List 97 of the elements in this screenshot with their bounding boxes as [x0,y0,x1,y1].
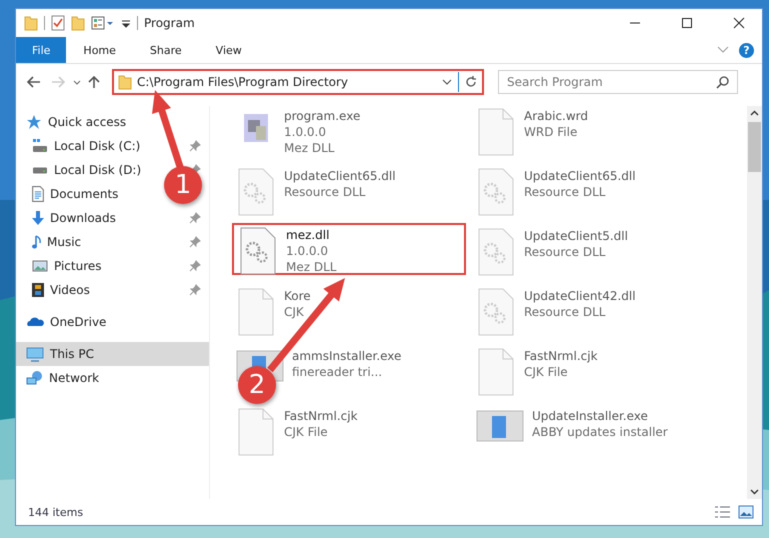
file-name: UpdateClient65.dll [284,168,396,184]
file-detail: CJK File [524,364,569,380]
blank-file-icon [236,408,276,456]
folder-icon [118,74,132,90]
sidebar-item[interactable]: Music [16,230,88,254]
file-detail: Resource DLL [524,244,606,260]
expand-ribbon-icon[interactable] [717,46,729,54]
sidebar-item[interactable]: Videos [16,278,96,302]
sidebar-item[interactable]: Downloads [16,206,122,230]
sidebar-item[interactable]: Local Disk (C:) [16,134,146,158]
pin-icon[interactable] [189,284,201,296]
address-path: C:\Program Files\Program Directory [137,75,348,89]
dll-file-icon [238,227,278,275]
ribbon-tab[interactable]: File [16,37,66,63]
file-detail: Mez DLL [286,259,336,275]
cloud-icon [26,317,44,327]
file-name: UpdateInstaller.exe [532,408,649,424]
sidebar-item[interactable]: Documents [16,182,124,206]
help-icon[interactable]: ? [739,42,754,58]
file-detail: WRD File [524,124,578,140]
monitor-icon [26,346,44,362]
file-detail: Resource DLL [524,184,606,200]
blank-file-icon [476,348,516,396]
pin-icon[interactable] [189,260,201,272]
sidebar-item-label: Local Disk (C:) [54,139,140,153]
file-detail: CJK [284,304,305,320]
film-icon [32,283,44,297]
sidebar-item-label: Downloads [50,211,116,225]
sidebar-item[interactable]: Network [16,366,106,390]
file-name: program.exe [284,108,360,124]
dll-file-icon [476,288,516,336]
file-detail: finereader tri... [292,364,384,380]
address-bar[interactable]: C:\Program Files\Program Directory [112,69,484,95]
download-arrow-icon [32,211,44,225]
ribbon-tab[interactable]: View [198,37,259,63]
file-detail: Resource DLL [524,304,606,320]
pin-icon[interactable] [189,140,201,152]
installer-icon [476,408,524,444]
file-detail: 1.0.0.0 [284,124,327,140]
file-item[interactable]: mez.dll 1.0.0.0 Mez DLL [232,223,466,275]
file-name: mez.dll [286,227,330,243]
scroll-thumb[interactable] [748,122,761,172]
sidebar-item[interactable]: OneDrive [16,310,112,334]
file-name: ammsInstaller.exe [292,348,402,364]
sidebar-item-label: Quick access [48,115,126,129]
details-view-icon[interactable] [714,505,732,519]
file-name: UpdateClient5.dll [524,228,628,244]
star-icon [26,114,42,130]
sidebar-item-label: Pictures [54,259,102,273]
sidebar-item[interactable]: Quick access [16,110,132,134]
up-icon[interactable] [86,74,102,90]
pin-icon[interactable] [189,236,201,248]
file-detail: ABBY updates installer [532,424,668,440]
large-icons-view-icon[interactable] [738,505,754,519]
network-icon [26,371,43,385]
file-name: FastNrml.cjk [284,408,358,424]
ribbon-tab[interactable]: Home [66,37,133,63]
file-name: FastNrml.cjk [524,348,598,364]
pin-icon[interactable] [189,212,201,224]
sidebar-item-label: Network [49,371,100,385]
sidebar-item-label: Local Disk (D:) [54,163,142,177]
sidebar-item-label: Music [47,235,82,249]
music-note-icon [32,235,41,249]
sidebar-item[interactable]: Local Disk (D:) [16,158,148,182]
file-name: UpdateClient42.dll [524,288,636,304]
window-title: Program [144,16,195,30]
drive-icon [32,166,48,174]
sidebar-item-label: OneDrive [50,315,106,329]
dll-file-icon [476,228,516,276]
ribbon-tab[interactable]: Share [132,37,199,63]
sidebar-item-label: This PC [50,347,94,361]
file-detail: CJK File [284,424,329,440]
refresh-icon[interactable] [464,75,478,89]
file-name: UpdateClient65.dll [524,168,636,184]
dropdown-icon[interactable] [441,77,453,87]
file-name: Arabic.wrd [524,108,588,124]
document-icon [32,186,44,202]
scrollbar[interactable] [747,106,762,499]
item-count: 144 items [28,506,84,518]
blank-file-icon [236,288,276,336]
file-detail: 1.0.0.0 [286,243,329,259]
file-detail: Resource DLL [284,184,366,200]
drive-icon [32,139,48,153]
sidebar-item[interactable]: Pictures [16,254,108,278]
checklist-icon[interactable] [51,15,65,31]
dll-file-icon [236,168,276,216]
sidebar-item-label: Videos [50,283,90,297]
sidebar-item[interactable]: This PC [16,342,209,366]
search-field[interactable]: Search Program [498,70,738,94]
pictures-icon [32,260,48,272]
blank-file-icon [476,108,516,156]
file-name: Kore [284,288,311,304]
dll-file-icon [476,168,516,216]
file-detail: Mez DLL [284,140,336,156]
search-icon[interactable] [716,75,730,89]
sidebar-item-label: Documents [50,187,118,201]
properties-icon[interactable] [91,15,115,31]
